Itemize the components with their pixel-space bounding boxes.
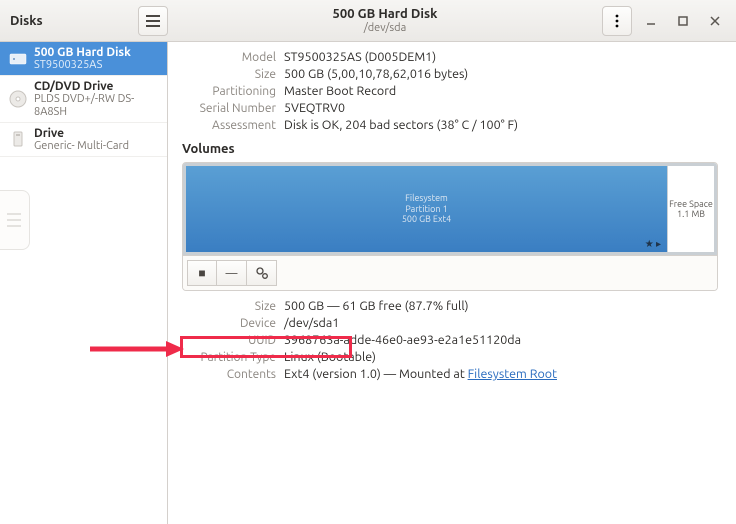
- hamburger-icon: [146, 15, 160, 27]
- titlebar: Disks 500 GB Hard Disk /dev/sda: [0, 0, 736, 42]
- label-ptype: Partition Type: [182, 351, 276, 364]
- partition-uuid-row: UUID 3968763a-adde-46e0-ae93-e2a1e51120d…: [182, 333, 718, 347]
- filesystem-root-link[interactable]: Filesystem Root: [468, 367, 557, 381]
- volume-free-space[interactable]: Free Space 1.1 MB: [667, 163, 717, 255]
- app-menu-button[interactable]: [138, 6, 168, 36]
- sidebar-item-card[interactable]: Drive Generic- Multi-Card: [0, 123, 167, 157]
- volumes-title: Volumes: [182, 142, 718, 156]
- partition-size-row: Size 500 GB — 61 GB free (87.7% full): [182, 299, 718, 313]
- partition-device-row: Device /dev/sda1: [182, 316, 718, 330]
- minimize-icon: [646, 16, 656, 26]
- titlebar-right: [602, 6, 730, 36]
- value-serial: 5VEQTRV0: [284, 101, 718, 115]
- label-model: Model: [182, 51, 276, 64]
- minus-icon: —: [226, 267, 238, 280]
- gears-icon: [255, 266, 269, 280]
- content: Model ST9500325AS (D005DEM1) Size 500 GB…: [168, 42, 736, 524]
- volume-line3: 500 GB Ext4: [402, 214, 451, 225]
- sidebar: 500 GB Hard Disk ST9500325AS CD/DVD Driv…: [0, 42, 168, 524]
- value-partitioning: Master Boot Record: [284, 84, 718, 98]
- sidebar-item-sublabel: ST9500325AS: [34, 59, 131, 71]
- label-device: Device: [182, 317, 276, 330]
- window-subtitle: /dev/sda: [168, 22, 602, 35]
- sidebar-item-sublabel: PLDS DVD+/-RW DS-8A8SH: [34, 93, 159, 117]
- value-device: /dev/sda1: [284, 316, 718, 330]
- optical-icon: [8, 89, 28, 109]
- value-psize: 500 GB — 61 GB free (87.7% full): [284, 299, 718, 313]
- main: 500 GB Hard Disk ST9500325AS CD/DVD Driv…: [0, 42, 736, 524]
- partition-type-row: Partition Type Linux (Bootable): [182, 350, 718, 364]
- titlebar-left: Disks: [6, 6, 168, 36]
- disk-partitioning-row: Partitioning Master Boot Record: [182, 84, 718, 98]
- volume-line2: Partition 1: [405, 204, 447, 215]
- partition-options-button[interactable]: [247, 260, 277, 286]
- partition-contents-row: Contents Ext4 (version 1.0) — Mounted at…: [182, 367, 718, 381]
- sidebar-item-sublabel: Generic- Multi-Card: [34, 140, 129, 152]
- volume-toolbar: ■ —: [183, 255, 717, 290]
- stop-icon: ■: [198, 266, 205, 280]
- value-size: 500 GB (5,00,10,78,62,016 bytes): [284, 67, 718, 81]
- minimize-button[interactable]: [638, 8, 664, 34]
- sidebar-item-label: Drive: [34, 127, 129, 140]
- maximize-icon: [678, 16, 688, 26]
- unmount-button[interactable]: ■: [187, 260, 217, 286]
- card-reader-icon: [8, 129, 28, 149]
- label-contents: Contents: [182, 368, 276, 381]
- disk-serial-row: Serial Number 5VEQTRV0: [182, 101, 718, 115]
- value-model: ST9500325AS (D005DEM1): [284, 50, 718, 64]
- bootable-star-icon: ★ ▸: [645, 238, 661, 250]
- disk-model-row: Model ST9500325AS (D005DEM1): [182, 50, 718, 64]
- app-title: Disks: [10, 14, 43, 28]
- disk-menu-button[interactable]: [602, 6, 632, 36]
- volume-partition-1[interactable]: Filesystem Partition 1 500 GB Ext4 ★ ▸: [183, 163, 667, 255]
- value-uuid: 3968763a-adde-46e0-ae93-e2a1e51120da: [284, 333, 718, 347]
- label-assessment: Assessment: [182, 119, 276, 132]
- volumes-box: Filesystem Partition 1 500 GB Ext4 ★ ▸ F…: [182, 162, 718, 291]
- disk-assessment-row: Assessment Disk is OK, 204 bad sectors (…: [182, 118, 718, 132]
- sidebar-item-label: 500 GB Hard Disk: [34, 46, 131, 59]
- label-serial: Serial Number: [182, 102, 276, 115]
- label-partitioning: Partitioning: [182, 85, 276, 98]
- close-button[interactable]: [702, 8, 728, 34]
- label-psize: Size: [182, 300, 276, 313]
- label-uuid: UUID: [182, 334, 276, 347]
- free-size: 1.1 MB: [677, 209, 705, 219]
- free-label: Free Space: [669, 199, 713, 209]
- value-assessment: Disk is OK, 204 bad sectors (38° C / 100…: [284, 118, 718, 132]
- sidebar-item-optical[interactable]: CD/DVD Drive PLDS DVD+/-RW DS-8A8SH: [0, 76, 167, 122]
- edge-handle[interactable]: [0, 190, 30, 250]
- value-ptype: Linux (Bootable): [284, 350, 718, 364]
- disk-size-row: Size 500 GB (5,00,10,78,62,016 bytes): [182, 67, 718, 81]
- hdd-icon: [8, 49, 28, 69]
- sidebar-item-hdd[interactable]: 500 GB Hard Disk ST9500325AS: [0, 42, 167, 76]
- volume-line1: Filesystem: [405, 193, 448, 204]
- window-title: 500 GB Hard Disk: [168, 7, 602, 22]
- titlebar-center: 500 GB Hard Disk /dev/sda: [168, 7, 602, 35]
- sidebar-item-label: CD/DVD Drive: [34, 80, 159, 93]
- value-contents: Ext4 (version 1.0) — Mounted at Filesyst…: [284, 367, 718, 381]
- maximize-button[interactable]: [670, 8, 696, 34]
- delete-partition-button[interactable]: —: [217, 260, 247, 286]
- label-size: Size: [182, 68, 276, 81]
- contents-prefix: Ext4 (version 1.0) — Mounted at: [284, 367, 468, 381]
- close-icon: [710, 16, 720, 26]
- volume-diagram: Filesystem Partition 1 500 GB Ext4 ★ ▸ F…: [183, 163, 717, 255]
- kebab-icon: [615, 14, 619, 28]
